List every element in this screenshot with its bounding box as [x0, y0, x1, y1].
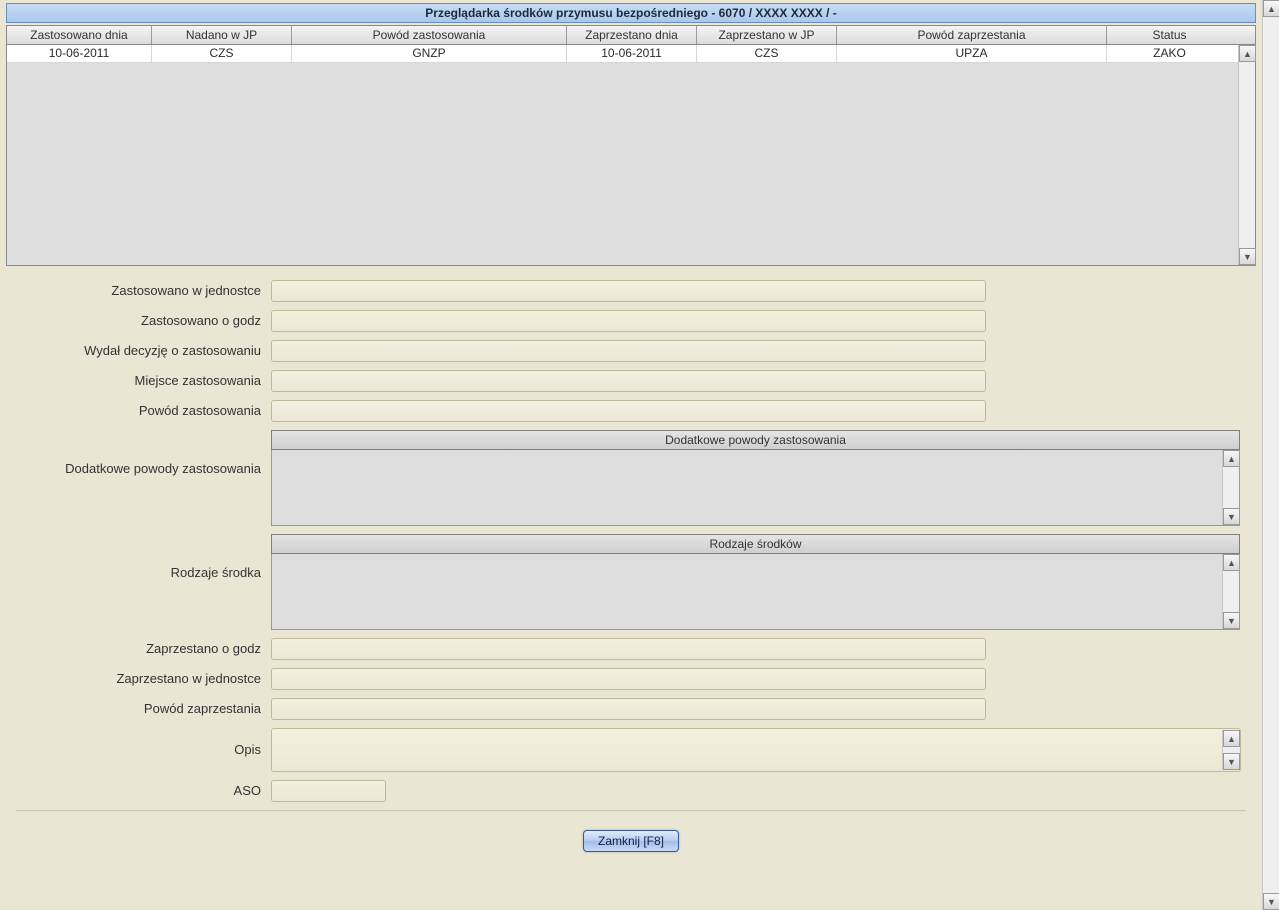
grid-vertical-scrollbar[interactable]: ▲ ▼ [1238, 45, 1255, 265]
types-of-means-scrollbar[interactable]: ▲ ▼ [1222, 554, 1239, 629]
page-vertical-scrollbar[interactable]: ▲ ▼ [1262, 0, 1279, 910]
app-viewport: Przeglądarka środków przymusu bezpośredn… [0, 0, 1279, 910]
field-applied-unit[interactable] [271, 280, 986, 302]
label-place: Miejsce zastosowania [16, 370, 271, 392]
additional-reasons-scrollbar[interactable]: ▲ ▼ [1222, 450, 1239, 525]
label-decision-by: Wydał decyzję o zastosowaniu [16, 340, 271, 362]
cell-reason: GNZP [292, 45, 567, 62]
field-ceased-unit[interactable] [271, 668, 986, 690]
additional-reasons-header: Dodatkowe powody zastosowania [271, 430, 1240, 450]
scroll-down-icon[interactable]: ▼ [1223, 753, 1240, 770]
label-ceased-hour: Zaprzestano o godz [16, 638, 271, 660]
scroll-up-icon[interactable]: ▲ [1223, 450, 1240, 467]
scroll-down-icon[interactable]: ▼ [1239, 248, 1256, 265]
details-form: Zastosowano w jednostce Zastosowano o go… [6, 280, 1256, 852]
types-of-means-list[interactable]: ▲ ▼ [271, 554, 1240, 630]
scroll-up-icon[interactable]: ▲ [1263, 0, 1279, 17]
cell-status: ZAKO [1107, 45, 1232, 62]
cell-ceased-jp: CZS [697, 45, 837, 62]
label-ceased-unit: Zaprzestano w jednostce [16, 668, 271, 690]
additional-reasons-list[interactable]: ▲ ▼ [271, 450, 1240, 526]
grid-header-ceased-date[interactable]: Zaprzestano dnia [567, 26, 697, 44]
field-decision-by[interactable] [271, 340, 986, 362]
field-reason[interactable] [271, 400, 986, 422]
content-area: Przeglądarka środków przymusu bezpośredn… [0, 0, 1262, 910]
field-description[interactable]: ▲ ▼ [271, 728, 1241, 772]
field-ceased-hour[interactable] [271, 638, 986, 660]
grid-header-applied-date[interactable]: Zastosowano dnia [7, 26, 152, 44]
label-reason: Powód zastosowania [16, 400, 271, 422]
cell-ceased-date: 10-06-2011 [567, 45, 697, 62]
field-cease-reason[interactable] [271, 698, 986, 720]
cell-applied-date: 10-06-2011 [7, 45, 152, 62]
grid-header-applied-jp[interactable]: Nadano w JP [152, 26, 292, 44]
label-applied-hour: Zastosowano o godz [16, 310, 271, 332]
grid-header-row: Zastosowano dnia Nadano w JP Powód zasto… [7, 26, 1255, 45]
label-applied-unit: Zastosowano w jednostce [16, 280, 271, 302]
types-of-means-panel: Rodzaje środków ▲ ▼ [271, 534, 1240, 630]
description-scrollbar[interactable]: ▲ ▼ [1222, 730, 1239, 770]
field-applied-hour[interactable] [271, 310, 986, 332]
label-aso: ASO [16, 780, 271, 802]
table-row[interactable]: 10-06-2011 CZS GNZP 10-06-2011 CZS UPZA … [7, 45, 1255, 63]
scroll-down-icon[interactable]: ▼ [1263, 893, 1279, 910]
grid-header-cease-reason[interactable]: Powód zaprzestania [837, 26, 1107, 44]
separator-line [16, 810, 1246, 812]
label-additional-reasons: Dodatkowe powody zastosowania [16, 430, 271, 480]
types-of-means-header: Rodzaje środków [271, 534, 1240, 554]
main-grid: Zastosowano dnia Nadano w JP Powód zasto… [6, 25, 1256, 266]
label-description: Opis [16, 739, 271, 761]
cell-applied-jp: CZS [152, 45, 292, 62]
close-button[interactable]: Zamknij [F8] [583, 830, 679, 852]
grid-header-ceased-jp[interactable]: Zaprzestano w JP [697, 26, 837, 44]
label-types-of-means: Rodzaje środka [16, 534, 271, 584]
scroll-up-icon[interactable]: ▲ [1223, 730, 1240, 747]
scroll-down-icon[interactable]: ▼ [1223, 612, 1240, 629]
button-bar: Zamknij [F8] [16, 830, 1246, 852]
grid-header-status[interactable]: Status [1107, 26, 1232, 44]
grid-body: 10-06-2011 CZS GNZP 10-06-2011 CZS UPZA … [7, 45, 1255, 265]
window-title: Przeglądarka środków przymusu bezpośredn… [6, 3, 1256, 23]
grid-header-reason[interactable]: Powód zastosowania [292, 26, 567, 44]
cell-cease-reason: UPZA [837, 45, 1107, 62]
label-cease-reason: Powód zaprzestania [16, 698, 271, 720]
scroll-down-icon[interactable]: ▼ [1223, 508, 1240, 525]
scroll-up-icon[interactable]: ▲ [1223, 554, 1240, 571]
scroll-up-icon[interactable]: ▲ [1239, 45, 1256, 62]
additional-reasons-panel: Dodatkowe powody zastosowania ▲ ▼ [271, 430, 1240, 526]
field-aso[interactable] [271, 780, 386, 802]
field-place[interactable] [271, 370, 986, 392]
